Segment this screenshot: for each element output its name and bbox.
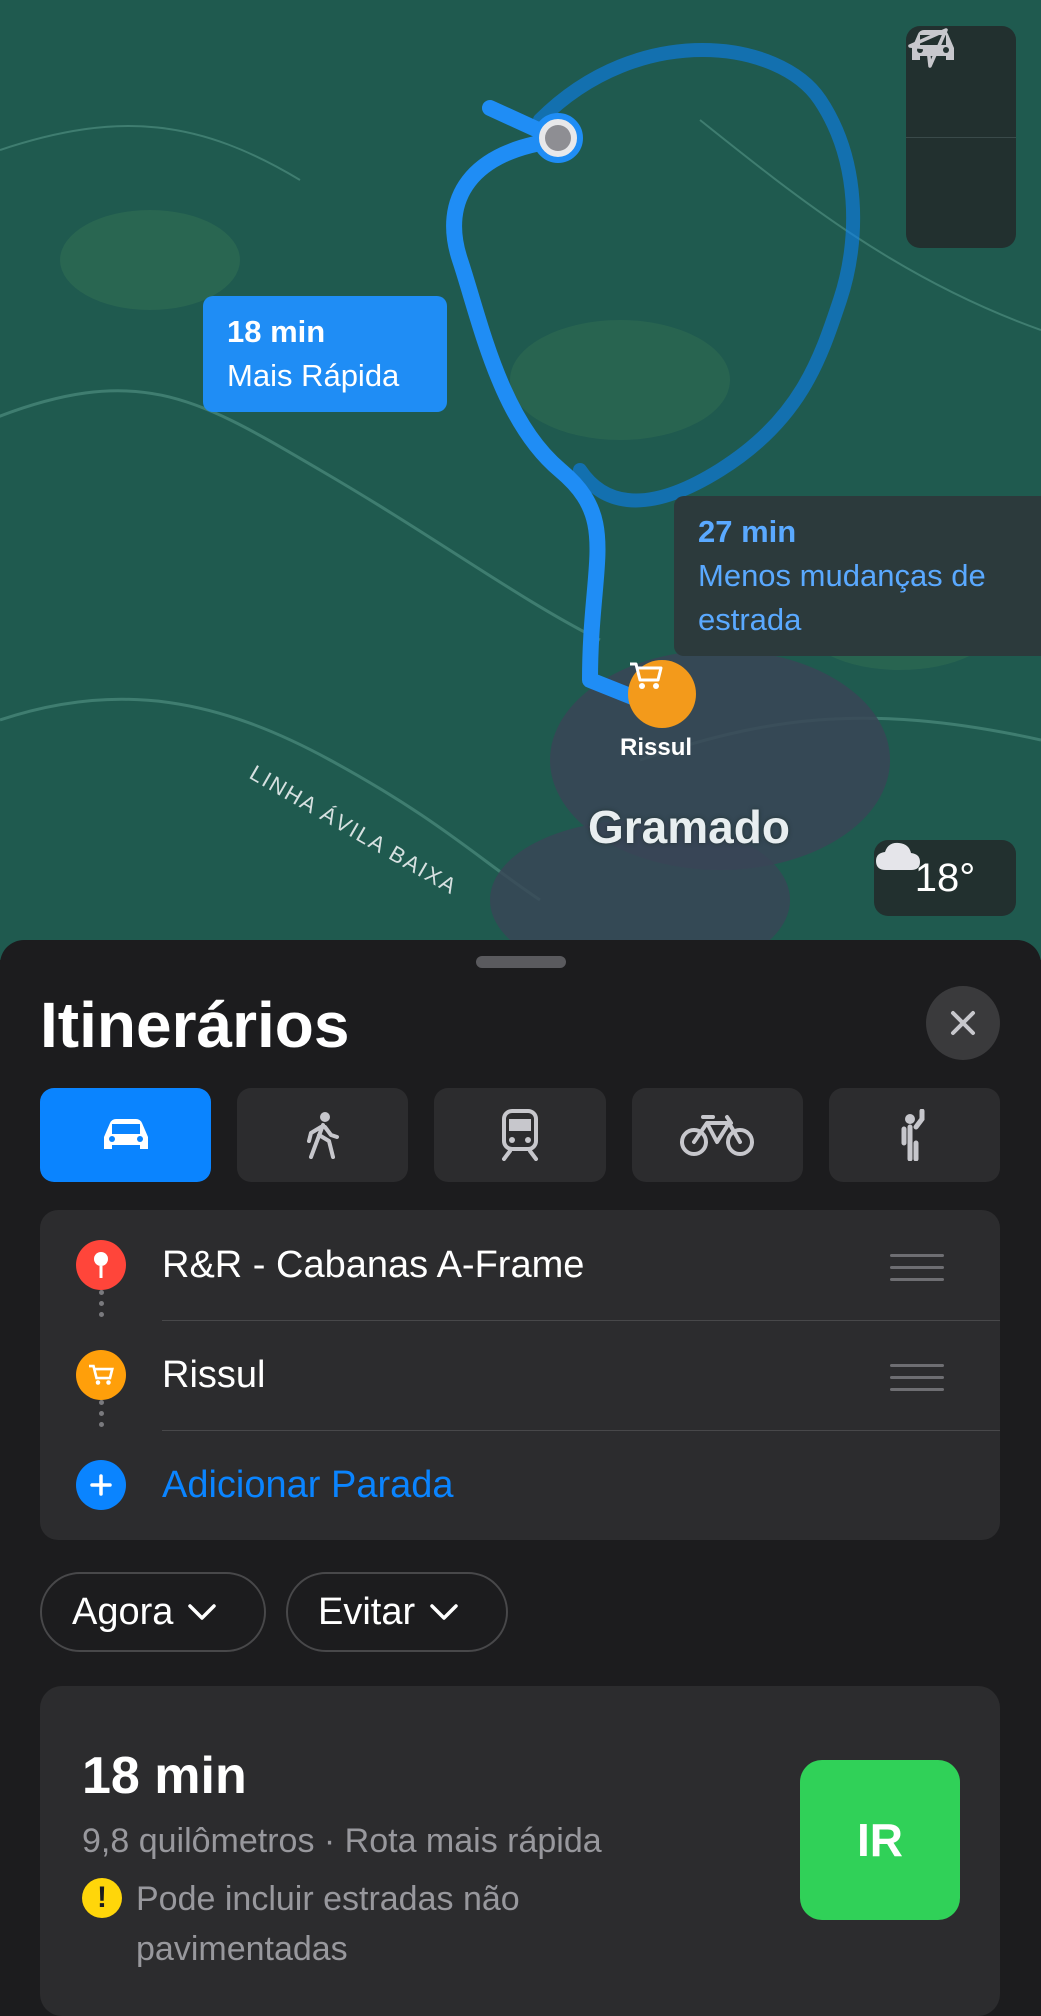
poi-marker[interactable] xyxy=(628,660,696,728)
train-icon xyxy=(502,1109,538,1161)
close-button[interactable] xyxy=(926,986,1000,1060)
route-duration: 18 min xyxy=(82,1747,247,1805)
stop-label: Rissul xyxy=(162,1354,266,1396)
route-option-card[interactable]: 18 min 9,8 quilômetros · Rota mais rápid… xyxy=(40,1686,1000,2016)
cart-icon xyxy=(76,1350,126,1400)
reorder-handle-icon[interactable] xyxy=(890,1364,944,1400)
route-callout-time: 27 min xyxy=(698,514,797,549)
route-stops-list: R&R - Cabanas A-Frame Rissul Adicionar P… xyxy=(40,1210,1000,1540)
cloud-icon xyxy=(876,842,920,870)
route-callout-alternative[interactable]: 27 min Menos mudanças de estrada xyxy=(674,496,1041,656)
route-callout-label: Menos mudanças de estrada xyxy=(698,558,986,637)
add-stop-label: Adicionar Parada xyxy=(162,1464,454,1506)
route-callout-label: Mais Rápida xyxy=(227,358,400,393)
connector-dots xyxy=(99,1290,104,1323)
departure-time-dropdown[interactable]: Agora xyxy=(40,1572,266,1652)
route-warning-text: Pode incluir estradas não pavimentadas xyxy=(136,1880,520,1968)
map-view[interactable]: 18 min Mais Rápida 27 min Menos mudanças… xyxy=(0,0,1041,960)
route-callout-time: 18 min xyxy=(227,314,326,349)
locate-me-button[interactable] xyxy=(906,28,1016,249)
add-stop-button[interactable]: Adicionar Parada xyxy=(40,1430,1000,1540)
tab-walk[interactable] xyxy=(237,1088,409,1182)
avoid-label: Evitar xyxy=(318,1590,416,1633)
weather-temperature: 18° xyxy=(914,855,976,900)
route-details: 9,8 quilômetros · Rota mais rápida xyxy=(82,1822,602,1860)
stop-label: R&R - Cabanas A-Frame xyxy=(162,1244,585,1286)
tab-bike[interactable] xyxy=(631,1088,803,1182)
bicycle-icon xyxy=(680,1115,755,1156)
route-warning: ! Pode incluir estradas não pavimentadas xyxy=(82,1874,602,1974)
location-arrow-icon xyxy=(908,28,948,68)
chevron-down-icon xyxy=(188,1604,217,1620)
stop-destination[interactable]: Rissul xyxy=(40,1320,1000,1430)
sheet-title: Itinerários xyxy=(40,989,350,1061)
go-button[interactable]: IR xyxy=(800,1760,960,1920)
tab-ride[interactable] xyxy=(828,1088,1001,1182)
chevron-down-icon xyxy=(430,1604,458,1620)
map-canvas xyxy=(0,0,1041,960)
cart-icon xyxy=(630,662,663,689)
connector-dots xyxy=(99,1400,104,1433)
reorder-handle-icon[interactable] xyxy=(890,1254,944,1290)
tab-transit[interactable] xyxy=(434,1088,606,1182)
stop-origin[interactable]: R&R - Cabanas A-Frame xyxy=(40,1210,1000,1320)
tab-drive[interactable] xyxy=(40,1088,212,1182)
map-controls xyxy=(906,26,1016,248)
city-label: Gramado xyxy=(588,801,790,853)
weather-badge: 18° xyxy=(874,840,1016,916)
warning-icon: ! xyxy=(82,1878,122,1918)
directions-sheet: Itinerários R&R - Cabanas A-Frame Rissul… xyxy=(0,940,1041,2016)
sheet-grabber[interactable] xyxy=(476,956,566,968)
departure-time-label: Agora xyxy=(72,1590,174,1633)
avoid-dropdown[interactable]: Evitar xyxy=(286,1572,508,1652)
transport-mode-tabs xyxy=(40,1088,1001,1182)
hail-icon xyxy=(901,1109,925,1161)
plus-icon xyxy=(76,1460,126,1510)
pin-icon xyxy=(76,1240,126,1290)
close-icon xyxy=(951,1011,975,1035)
poi-label: Rissul xyxy=(620,734,693,761)
route-callout-fastest[interactable]: 18 min Mais Rápida xyxy=(203,296,447,412)
walking-icon xyxy=(306,1112,339,1159)
car-icon xyxy=(103,1119,148,1149)
